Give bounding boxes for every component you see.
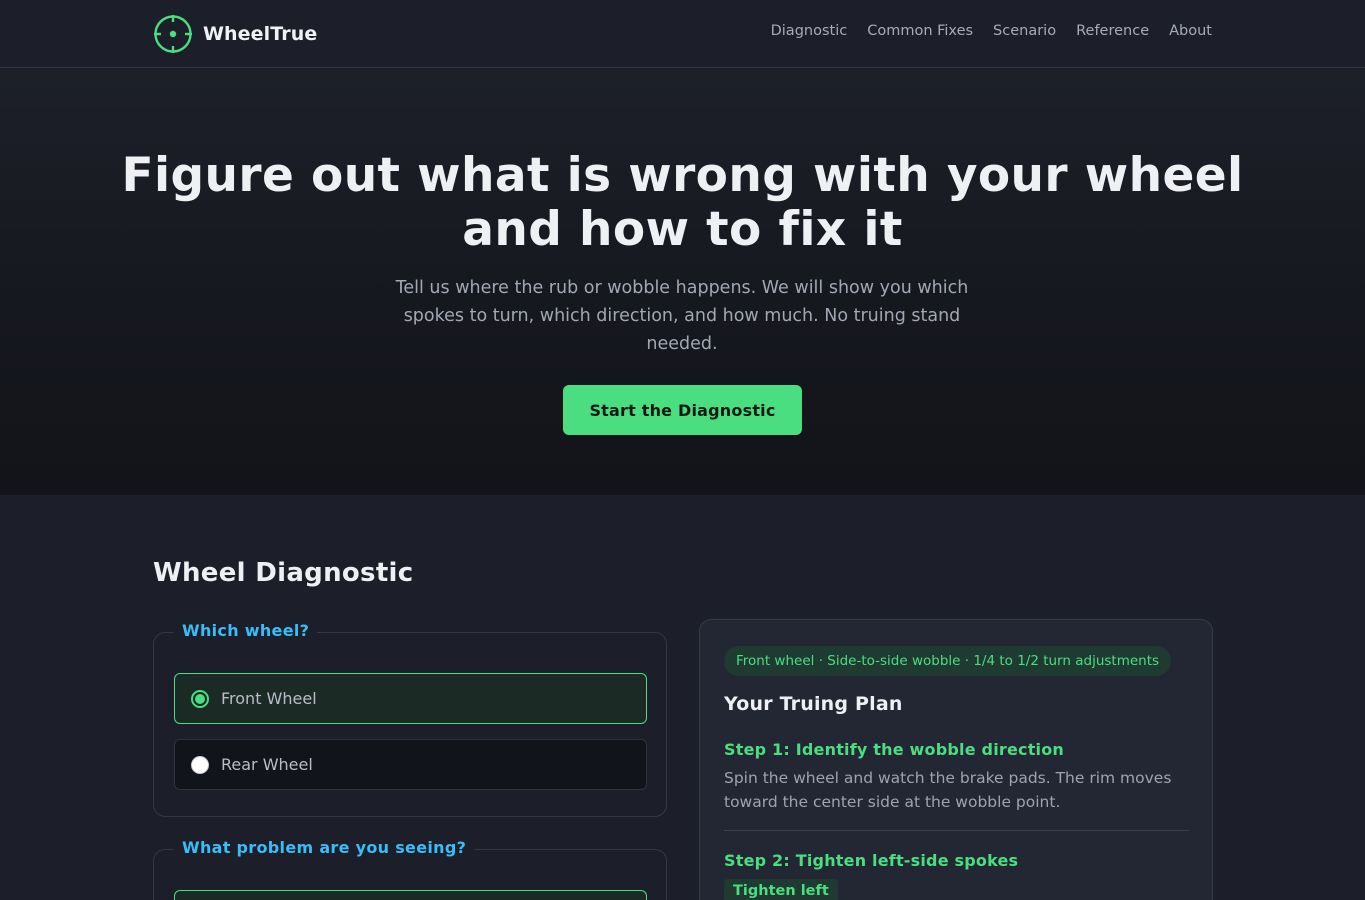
top-nav: WheelTrue Diagnostic Common Fixes Scenar…: [0, 0, 1365, 68]
rear-wheel-label: Rear Wheel: [221, 755, 313, 774]
nav-link-common-fixes[interactable]: Common Fixes: [867, 23, 973, 39]
brand-link[interactable]: WheelTrue: [153, 14, 317, 54]
hero-subtitle: Tell us where the rub or wobble happens.…: [395, 278, 969, 354]
crosshair-icon: [154, 15, 192, 53]
nav-link-scenario[interactable]: Scenario: [993, 23, 1056, 39]
nav-links: Diagnostic Common Fixes Scenario Referen…: [771, 23, 1212, 39]
step-1-title: Step 1: Identify the wobble direction: [724, 740, 1065, 759]
wheel-fieldset: Which wheel? Front Wheel Rear Wheel: [153, 621, 667, 817]
start-diagnostic-button[interactable]: Start the Diagnostic: [563, 385, 802, 435]
front-wheel-option[interactable]: Front Wheel: [174, 673, 647, 724]
problem-question-legend: What problem are you seeing?: [174, 838, 475, 857]
brand-name: WheelTrue: [203, 23, 318, 45]
nav-link-reference[interactable]: Reference: [1076, 23, 1149, 39]
front-wheel-label: Front Wheel: [221, 689, 317, 708]
radio-selected-icon[interactable]: [191, 689, 209, 708]
nav-link-diagnostic[interactable]: Diagnostic: [771, 23, 848, 39]
nav-link-about[interactable]: About: [1169, 23, 1212, 39]
problem-option-first[interactable]: [174, 890, 647, 900]
radio-unselected-icon[interactable]: [191, 755, 209, 774]
diagnostic-title: Wheel Diagnostic: [153, 558, 414, 588]
plan-summary-badge: Front wheel · Side-to-side wobble · 1/4 …: [724, 646, 1172, 676]
wheel-question-legend: Which wheel?: [174, 621, 318, 640]
hero-title: Figure out what is wrong with your wheel…: [0, 149, 1365, 257]
hero-title-line-2: and how to fix it: [462, 202, 903, 257]
problem-fieldset: What problem are you seeing?: [153, 838, 667, 900]
truing-plan-card: Front wheel · Side-to-side wobble · 1/4 …: [699, 619, 1213, 900]
rear-wheel-option[interactable]: Rear Wheel: [174, 739, 647, 790]
step-divider: [724, 830, 1189, 831]
hero-section: Figure out what is wrong with your wheel…: [0, 69, 1365, 495]
hero-title-line-1: Figure out what is wrong with your wheel: [121, 148, 1244, 203]
step-2-tag: Tighten left: [724, 879, 838, 900]
step-1-description: Spin the wheel and watch the brake pads.…: [724, 769, 1172, 811]
plan-title: Your Truing Plan: [724, 693, 903, 715]
step-2-title: Step 2: Tighten left-side spokes: [724, 851, 1019, 870]
